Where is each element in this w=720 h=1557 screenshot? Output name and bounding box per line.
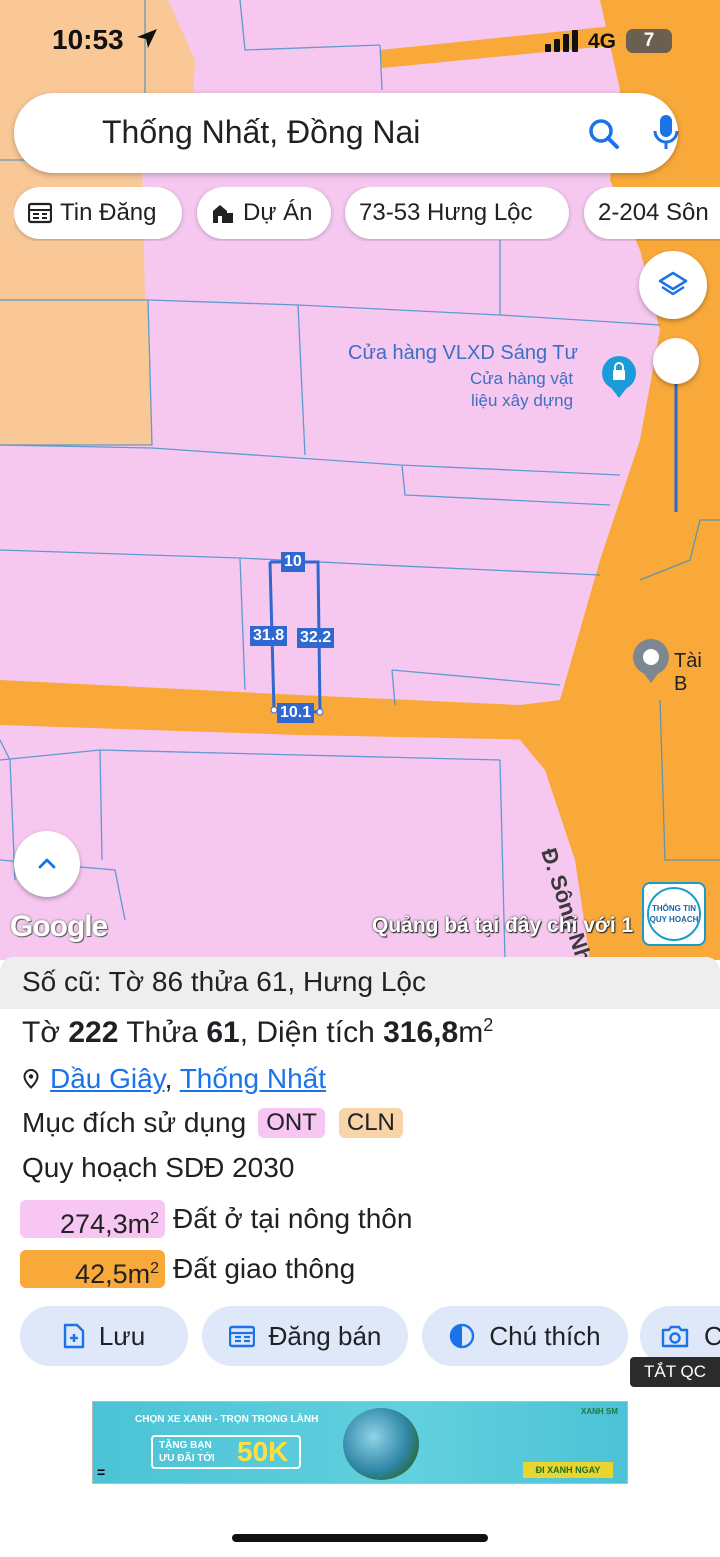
ad-offer-line1: TẶNG BẠN xyxy=(159,1440,212,1451)
ad-headline: CHỌN XE XANH - TRỌN TRONG LÀNH xyxy=(135,1414,319,1425)
expand-sheet-button[interactable] xyxy=(14,831,80,897)
chip-parcel-1[interactable]: 73-53 Hưng Lộc xyxy=(345,187,569,239)
network-type: 4G xyxy=(588,30,617,53)
location-arrow-icon xyxy=(137,29,157,48)
globe-icon xyxy=(343,1408,419,1480)
ad-brand: XANH SM xyxy=(581,1407,618,1416)
city-link[interactable]: Thống Nhất xyxy=(180,1063,326,1094)
chip-label: Tin Đăng xyxy=(60,199,157,226)
ad-offer-line2: ƯU ĐÃI TỚI xyxy=(159,1453,215,1464)
close-ad-button[interactable]: TẮT QC xyxy=(630,1357,720,1387)
battery-level: 7 xyxy=(626,29,672,53)
purpose-tag-cln[interactable]: CLN xyxy=(338,1108,403,1138)
search-icon[interactable] xyxy=(586,116,622,152)
location-pin-icon xyxy=(23,1068,39,1089)
chip-label: 2-204 Sôn xyxy=(598,199,709,226)
google-logo: Google xyxy=(10,910,108,943)
search-input[interactable]: Thống Nhất, Đồng Nai xyxy=(102,114,420,151)
district-link[interactable]: Dầu Giây xyxy=(50,1063,165,1094)
zoom-slider-handle[interactable] xyxy=(653,338,699,384)
ad-ticker[interactable]: Quảng bá tại đây chỉ với 1 xyxy=(372,914,633,938)
dimension-right: 32.2 xyxy=(297,628,335,648)
sheet-label: Tờ xyxy=(22,1016,60,1049)
layers-icon xyxy=(658,271,688,296)
plan-area-box: 42,5m2 xyxy=(20,1250,165,1289)
filter-chips: Tin Đăng Dự Án 73-53 Hưng Lộc 2-204 Sôn xyxy=(14,187,720,241)
add-file-icon xyxy=(63,1323,85,1349)
ad-offer-text: TẶNG BẠN ƯU ĐÃI TỚI xyxy=(159,1439,215,1465)
plan-area-label: Đất ở tại nông thôn xyxy=(173,1203,413,1234)
ad-menu-icon[interactable]: = xyxy=(97,1464,105,1480)
legend-button[interactable]: Chú thích xyxy=(422,1306,628,1366)
poi-name[interactable]: Cửa hàng VLXD Sáng Tư xyxy=(348,342,578,365)
action-buttons: Lưu Đăng bán Chú thích C xyxy=(20,1306,720,1368)
plan-area-box: 274,3m2 xyxy=(20,1200,165,1239)
chip-label: Dự Án xyxy=(243,199,313,226)
plot-label: Thửa xyxy=(126,1016,198,1049)
area-value: 316,8 xyxy=(383,1016,459,1049)
dimension-top: 10 xyxy=(281,552,305,572)
poi-category-line1: Cửa hàng vật xyxy=(470,369,574,388)
plan-area-label: Đất giao thông xyxy=(173,1253,356,1284)
plan-row-residential: 274,3m2 Đất ở tại nông thôn xyxy=(20,1200,413,1239)
layers-button[interactable] xyxy=(639,251,707,319)
poi-category: Cửa hàng vật liệu xây dựng xyxy=(470,368,573,412)
post-sale-label: Đăng bán xyxy=(268,1320,382,1351)
calendar-icon xyxy=(228,1325,255,1348)
location-separator: , xyxy=(164,1063,180,1094)
planning-badge-ring xyxy=(647,887,701,941)
save-label: Lưu xyxy=(98,1320,146,1351)
chevron-up-icon xyxy=(38,858,56,869)
old-parcel-number: Số cũ: Tờ 86 thửa 61, Hưng Lộc xyxy=(0,957,720,1009)
status-time: 10:53 xyxy=(52,24,124,55)
planning-badge-line1: THÔNG TIN xyxy=(652,904,696,913)
ad-cta-button[interactable]: ĐI XANH NGAY xyxy=(523,1462,613,1478)
parcel-location: Dầu Giây, Thống Nhất xyxy=(22,1063,326,1095)
area-unit: m xyxy=(458,1016,484,1049)
signal-icon xyxy=(545,30,578,52)
purpose-tag-ont[interactable]: ONT xyxy=(258,1108,325,1138)
planning-info-button[interactable]: THÔNG TIN QUY HOẠCH xyxy=(642,882,706,946)
news-icon xyxy=(28,202,52,224)
chip-project[interactable]: Dự Án xyxy=(197,187,331,239)
camera-icon xyxy=(661,1325,689,1348)
plan-area-value: 42,5m xyxy=(75,1259,151,1289)
post-sale-button[interactable]: Đăng bán xyxy=(202,1306,408,1366)
ad-banner[interactable]: CHỌN XE XANH - TRỌN TRONG LÀNH TẶNG BẠN … xyxy=(92,1401,628,1484)
sheet-number: 222 xyxy=(68,1016,119,1049)
poi-right-label[interactable]: Tài B xyxy=(674,650,720,696)
dimension-left: 31.8 xyxy=(250,626,288,646)
area-label: , Diện tích xyxy=(239,1016,375,1049)
chip-label: 73-53 Hưng Lộc xyxy=(359,199,533,226)
plan-area-sup: 2 xyxy=(150,1210,159,1227)
chip-news[interactable]: Tin Đăng xyxy=(14,187,182,239)
legend-label: Chú thích xyxy=(489,1320,601,1351)
land-use-purpose: Mục đích sử dụng ONT CLN xyxy=(22,1107,403,1139)
planning-title: Quy hoạch SDĐ 2030 xyxy=(22,1152,295,1183)
dimension-bottom: 10.1 xyxy=(277,703,315,723)
plan-row-traffic: 42,5m2 Đất giao thông xyxy=(20,1250,356,1289)
search-bar[interactable]: Thống Nhất, Đồng Nai xyxy=(14,93,678,173)
chip-parcel-2[interactable]: 2-204 Sôn xyxy=(584,187,720,239)
parcel-title: Tờ 222 Thửa 61, Diện tích 316,8m2 xyxy=(22,1015,493,1050)
poi-category-line2: liệu xây dựng xyxy=(470,391,574,410)
mic-icon[interactable] xyxy=(652,113,680,153)
plan-area-sup: 2 xyxy=(150,1260,159,1277)
planning-badge-line2: QUY HOẠCH xyxy=(649,915,699,924)
purpose-label: Mục đích sử dụng xyxy=(22,1107,247,1138)
home-indicator[interactable] xyxy=(232,1534,488,1542)
status-bar: 10:53 4G 7 xyxy=(0,0,720,80)
save-button[interactable]: Lưu xyxy=(20,1306,188,1366)
plan-area-value: 274,3m xyxy=(60,1209,151,1239)
area-unit-sup: 2 xyxy=(483,1015,494,1035)
plot-number: 61 xyxy=(206,1016,240,1049)
contrast-icon xyxy=(450,1323,475,1349)
camera-label: C xyxy=(704,1320,720,1351)
building-icon xyxy=(213,205,233,223)
ad-amount: 50K xyxy=(237,1436,289,1467)
